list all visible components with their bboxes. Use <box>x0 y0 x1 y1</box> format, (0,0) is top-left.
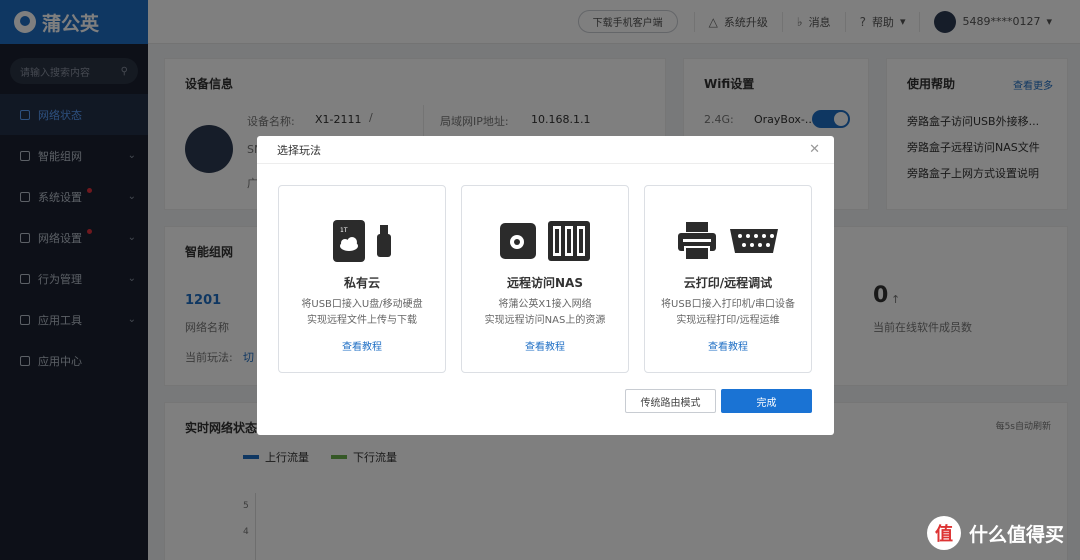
printer-icon <box>678 222 716 261</box>
option-cloud-print[interactable]: 云打印/远程调试 将USB口接入打印机/串口设备 实现远程打印/远程运维 查看教… <box>644 185 812 373</box>
tutorial-link[interactable]: 查看教程 <box>279 338 445 353</box>
watermark-text: 什么值得买 <box>968 523 1064 546</box>
option-title: 云打印/远程调试 <box>683 276 773 290</box>
option-title: 远程访问NAS <box>507 276 583 290</box>
option-private-cloud[interactable]: 1T 私有云 将USB口接入U盘/移动硬盘 实现远程文件上传与下载 查看教程 <box>278 185 446 373</box>
done-button[interactable]: 完成 <box>721 389 812 413</box>
option-remote-nas[interactable]: 远程访问NAS 将蒲公英X1接入网络 实现远程访问NAS上的资源 查看教程 <box>461 185 629 373</box>
option-desc: 将USB口接入打印机/串口设备 <box>661 299 795 310</box>
option-title: 私有云 <box>343 276 380 290</box>
router-box-icon <box>500 223 536 259</box>
tutorial-link[interactable]: 查看教程 <box>645 338 811 353</box>
svg-text:1T: 1T <box>340 227 348 234</box>
dialog-header: 选择玩法 <box>257 136 834 164</box>
serial-port-icon <box>730 229 778 253</box>
option-desc: 将USB口接入U盘/移动硬盘 <box>301 299 423 310</box>
choose-mode-dialog: 选择玩法 ✕ 1T 私有云 将USB口接入U盘/移动硬盘 实现远程文件上传与下载… <box>257 136 834 435</box>
watermark: 值 什么值得买 <box>926 516 1064 550</box>
option-desc: 实现远程访问NAS上的资源 <box>484 315 606 326</box>
dialog-title: 选择玩法 <box>277 143 321 157</box>
watermark-logo-icon: 值 <box>926 516 961 550</box>
usb-stick-icon <box>377 225 391 257</box>
option-desc: 实现远程文件上传与下载 <box>307 315 417 326</box>
option-desc: 实现远程打印/远程运维 <box>676 315 780 326</box>
close-icon[interactable]: ✕ <box>809 142 820 157</box>
traditional-router-button[interactable]: 传统路由模式 <box>625 389 716 413</box>
tutorial-link[interactable]: 查看教程 <box>462 338 628 353</box>
nas-server-icon <box>548 221 590 261</box>
cloud-drive-icon: 1T <box>333 220 365 262</box>
option-desc: 将蒲公英X1接入网络 <box>498 299 592 310</box>
